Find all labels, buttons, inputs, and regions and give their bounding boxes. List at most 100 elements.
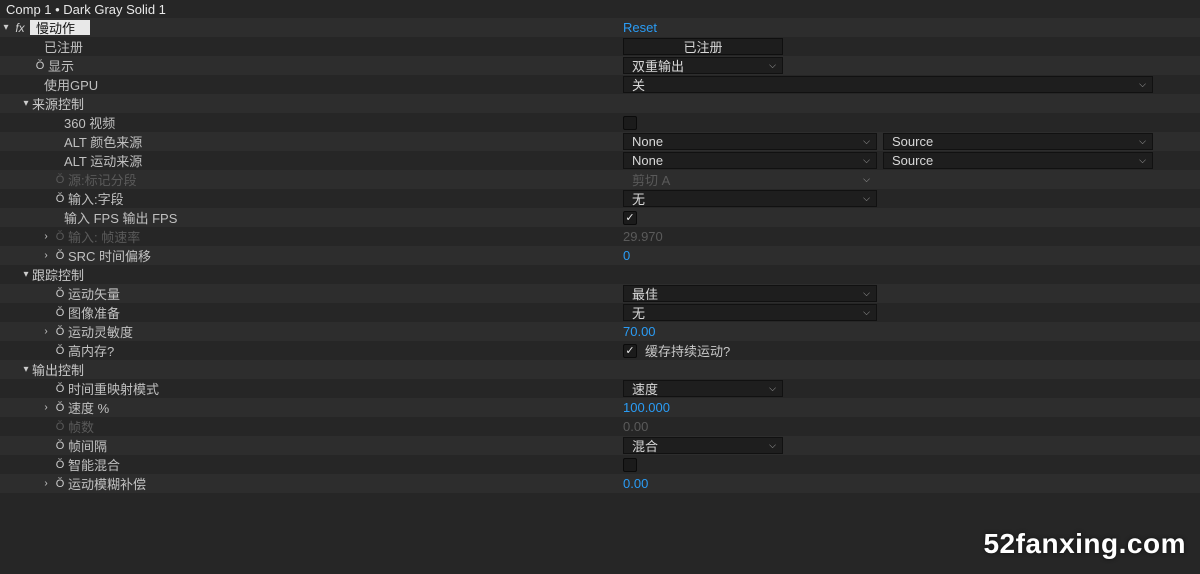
effect-name[interactable]: 慢动作 — [30, 20, 90, 35]
row-motion-vec: Ŏ 运动矢量 最佳⌵ — [0, 284, 1200, 303]
alt-motion-dropdown[interactable]: None⌵ — [623, 152, 877, 169]
row-motion-blur: › Ŏ 运动模糊补偿 0.00 — [0, 474, 1200, 493]
use-gpu-dropdown[interactable]: 关⌵ — [623, 76, 1153, 93]
time-remap-dropdown[interactable]: 速度⌵ — [623, 380, 783, 397]
marker-seg-dropdown: 剪切 A⌵ — [623, 171, 877, 188]
speed-pct-label: 速度 % — [68, 398, 109, 417]
chevron-down-icon: ⌵ — [863, 155, 870, 166]
input-rate-label: 输入: 帧速率 — [68, 227, 140, 246]
chevron-down-icon: ⌵ — [863, 174, 870, 185]
motion-vec-label: 运动矢量 — [68, 284, 120, 303]
alt-color-dropdown[interactable]: None⌵ — [623, 133, 877, 150]
stopwatch-icon[interactable]: Ŏ — [52, 307, 68, 319]
input-field-dropdown[interactable]: 无⌵ — [623, 190, 877, 207]
source-control-twirl-icon[interactable]: ▾ — [20, 98, 32, 109]
alt-color-label: ALT 颜色来源 — [64, 132, 142, 151]
fps-io-checkbox[interactable] — [623, 211, 637, 225]
chevron-down-icon: ⌵ — [1139, 155, 1146, 166]
row-output-control: ▾ 输出控制 — [0, 360, 1200, 379]
high-mem-check-label: 缓存持续运动? — [645, 341, 730, 360]
alt-motion-source-dropdown[interactable]: Source⌵ — [883, 152, 1153, 169]
stopwatch-icon[interactable]: Ŏ — [52, 478, 68, 490]
frames-value: 0.00 — [623, 419, 648, 434]
row-input-rate: › Ŏ 输入: 帧速率 29.970 — [0, 227, 1200, 246]
chevron-down-icon: ⌵ — [1139, 79, 1146, 90]
row-marker-seg: Ŏ 源:标记分段 剪切 A⌵ — [0, 170, 1200, 189]
fx-icon[interactable] — [12, 21, 28, 35]
image-prep-label: 图像准备 — [68, 303, 120, 322]
frame-int-label: 帧间隔 — [68, 436, 107, 455]
row-use-gpu: 使用GPU 关⌵ — [0, 75, 1200, 94]
alt-motion-label: ALT 运动来源 — [64, 151, 142, 170]
stopwatch-icon[interactable]: Ŏ — [52, 383, 68, 395]
chevron-down-icon: ⌵ — [769, 440, 776, 451]
chevron-down-icon: ⌵ — [863, 136, 870, 147]
image-prep-dropdown[interactable]: 无⌵ — [623, 304, 877, 321]
row-alt-motion: ALT 运动来源 None⌵ Source⌵ — [0, 151, 1200, 170]
alt-color-source-dropdown[interactable]: Source⌵ — [883, 133, 1153, 150]
stopwatch-icon: Ŏ — [52, 174, 68, 186]
row-alt-color: ALT 颜色来源 None⌵ Source⌵ — [0, 132, 1200, 151]
row-frame-int: Ŏ 帧间隔 混合⌵ — [0, 436, 1200, 455]
high-mem-checkbox[interactable] — [623, 344, 637, 358]
stopwatch-icon[interactable]: Ŏ — [52, 440, 68, 452]
effect-header: ▾ 慢动作 Reset — [0, 18, 1200, 37]
row-frames: Ŏ 帧数 0.00 — [0, 417, 1200, 436]
expand-icon[interactable]: › — [40, 326, 52, 337]
motion-blur-label: 运动模糊补偿 — [68, 474, 146, 493]
stopwatch-icon[interactable]: Ŏ — [52, 288, 68, 300]
chevron-down-icon: ⌵ — [863, 288, 870, 299]
row-time-remap: Ŏ 时间重映射模式 速度⌵ — [0, 379, 1200, 398]
row-input-field: Ŏ 输入:字段 无⌵ — [0, 189, 1200, 208]
stopwatch-icon[interactable]: Ŏ — [52, 459, 68, 471]
chevron-down-icon: ⌵ — [769, 60, 776, 71]
watermark: 52fanxing.com — [983, 528, 1186, 560]
row-track-control: ▾ 跟踪控制 — [0, 265, 1200, 284]
stopwatch-icon[interactable]: Ŏ — [52, 345, 68, 357]
speed-pct-value[interactable]: 100.000 — [623, 400, 670, 415]
display-dropdown[interactable]: 双重输出⌵ — [623, 57, 783, 74]
row-high-mem: Ŏ 高内存? 缓存持续运动? — [0, 341, 1200, 360]
time-remap-label: 时间重映射模式 — [68, 379, 159, 398]
use-gpu-label: 使用GPU — [44, 75, 98, 94]
output-control-twirl-icon[interactable]: ▾ — [20, 364, 32, 375]
track-control-twirl-icon[interactable]: ▾ — [20, 269, 32, 280]
registered-field[interactable]: 已注册 — [623, 38, 783, 55]
registered-label: 已注册 — [44, 37, 83, 56]
frame-int-dropdown[interactable]: 混合⌵ — [623, 437, 783, 454]
frames-label: 帧数 — [68, 417, 94, 436]
motion-blur-value[interactable]: 0.00 — [623, 476, 648, 491]
stopwatch-icon[interactable]: Ŏ — [52, 326, 68, 338]
expand-icon[interactable]: › — [40, 231, 52, 242]
expand-icon[interactable]: › — [40, 250, 52, 261]
row-speed-pct: › Ŏ 速度 % 100.000 — [0, 398, 1200, 417]
src-offset-value[interactable]: 0 — [623, 248, 630, 263]
motion-sens-label: 运动灵敏度 — [68, 322, 133, 341]
motion-sens-value[interactable]: 70.00 — [623, 324, 656, 339]
chevron-down-icon: ⌵ — [863, 307, 870, 318]
video360-checkbox[interactable] — [623, 116, 637, 130]
motion-vec-dropdown[interactable]: 最佳⌵ — [623, 285, 877, 302]
chevron-down-icon: ⌵ — [1139, 136, 1146, 147]
fps-io-label: 输入 FPS 输出 FPS — [64, 208, 177, 227]
marker-seg-label: 源:标记分段 — [68, 170, 137, 189]
smart-blend-checkbox[interactable] — [623, 458, 637, 472]
src-offset-label: SRC 时间偏移 — [68, 246, 151, 265]
expand-icon[interactable]: › — [40, 402, 52, 413]
chevron-down-icon: ⌵ — [769, 383, 776, 394]
effect-twirl-icon[interactable]: ▾ — [0, 22, 12, 33]
video360-label: 360 视频 — [64, 113, 115, 132]
reset-link[interactable]: Reset — [623, 20, 657, 35]
input-field-label: 输入:字段 — [68, 189, 124, 208]
track-control-label: 跟踪控制 — [32, 265, 84, 284]
stopwatch-icon[interactable]: Ŏ — [52, 250, 68, 262]
expand-icon[interactable]: › — [40, 478, 52, 489]
row-360-video: 360 视频 — [0, 113, 1200, 132]
row-image-prep: Ŏ 图像准备 无⌵ — [0, 303, 1200, 322]
stopwatch-icon[interactable]: Ŏ — [52, 402, 68, 414]
stopwatch-icon[interactable]: Ŏ — [52, 193, 68, 205]
display-label: 显示 — [48, 56, 74, 75]
stopwatch-icon: Ŏ — [52, 231, 68, 243]
stopwatch-icon[interactable]: Ŏ — [32, 60, 48, 72]
row-src-offset: › Ŏ SRC 时间偏移 0 — [0, 246, 1200, 265]
